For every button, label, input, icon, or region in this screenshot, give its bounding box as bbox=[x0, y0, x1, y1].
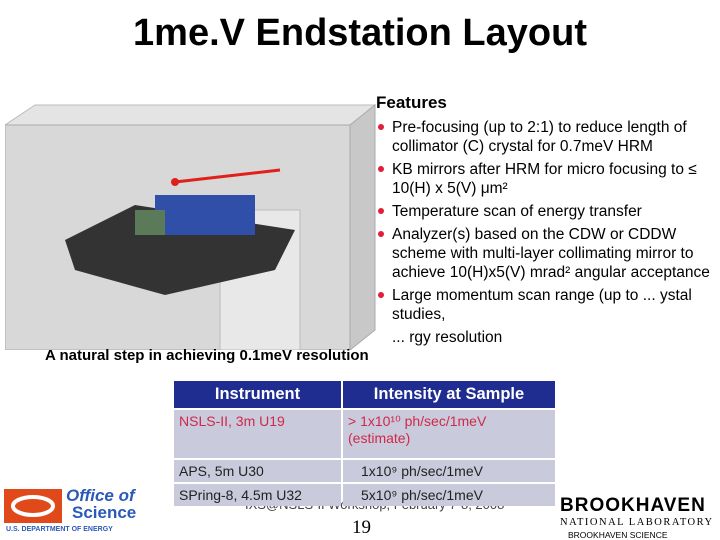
cell: APS, 5m U30 bbox=[174, 460, 341, 482]
endstation-illustration bbox=[5, 103, 377, 350]
cell: 5x10⁹ ph/sec/1meV bbox=[343, 484, 555, 506]
brookhaven-logo: BROOKHAVEN NATIONAL LABORATORY BROOKHAVE… bbox=[560, 495, 720, 540]
feature-item: Large momentum scan range (up to ... yst… bbox=[376, 286, 716, 324]
doe-office-of-science-logo: Office of Science U.S. DEPARTMENT OF ENE… bbox=[4, 487, 154, 535]
doe-text: Science bbox=[72, 503, 137, 522]
cell: 1x10⁹ ph/sec/1meV bbox=[343, 460, 555, 482]
doe-text: U.S. DEPARTMENT OF ENERGY bbox=[6, 526, 113, 533]
header-intensity: Intensity at Sample bbox=[343, 381, 555, 408]
bnl-text: NATIONAL LABORATORY bbox=[560, 517, 714, 528]
cell: > 1x10¹⁰ ph/sec/1meV (estimate) bbox=[343, 410, 555, 458]
table-row: SPring-8, 4.5m U32 5x10⁹ ph/sec/1meV bbox=[174, 484, 555, 506]
slide-title: 1me.V Endstation Layout bbox=[133, 12, 587, 54]
doe-text: Office of bbox=[66, 486, 135, 505]
feature-item: Temperature scan of energy transfer bbox=[376, 202, 716, 221]
feature-item: Pre-focusing (up to 2:1) to reduce lengt… bbox=[376, 118, 716, 156]
cell: SPring-8, 4.5m U32 bbox=[174, 484, 341, 506]
features-heading: Features bbox=[376, 93, 447, 112]
cell: NSLS-II, 3m U19 bbox=[174, 410, 341, 458]
doe-logo-icon bbox=[4, 489, 62, 523]
intensity-table: Instrument Intensity at Sample NSLS-II, … bbox=[172, 379, 557, 508]
page-number: 19 bbox=[352, 517, 371, 538]
feature-item: KB mirrors after HRM for micro focusing … bbox=[376, 160, 716, 198]
header-instrument: Instrument bbox=[174, 381, 341, 408]
bnl-text: BROOKHAVEN bbox=[560, 495, 706, 516]
features-panel: Features Pre-focusing (up to 2:1) to red… bbox=[376, 93, 716, 347]
natural-step-caption: A natural step in achieving 0.1meV resol… bbox=[45, 347, 369, 364]
feature-item-continued: ... rgy resolution bbox=[392, 329, 503, 346]
bnl-text: BROOKHAVEN SCIENCE bbox=[568, 530, 668, 540]
table-row: NSLS-II, 3m U19 > 1x10¹⁰ ph/sec/1meV (es… bbox=[174, 410, 555, 458]
feature-item: Analyzer(s) based on the CDW or CDDW sch… bbox=[376, 225, 716, 282]
table-row: APS, 5m U30 1x10⁹ ph/sec/1meV bbox=[174, 460, 555, 482]
